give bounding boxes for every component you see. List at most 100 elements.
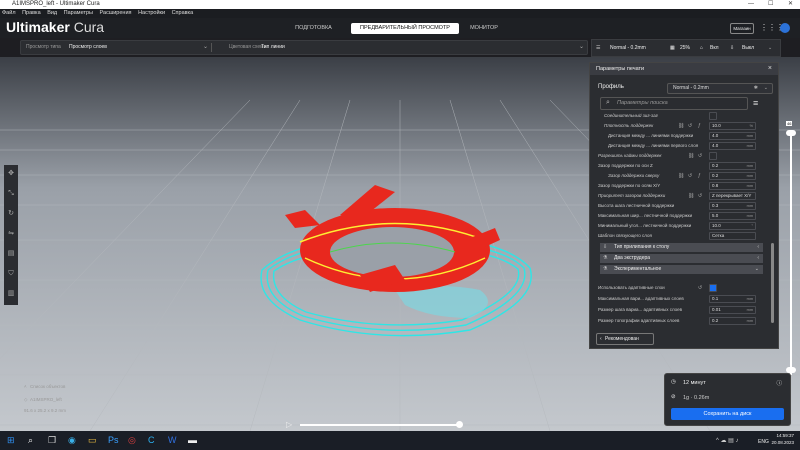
- setting-row[interactable]: Шаблон связующего слоя Сетка: [590, 231, 766, 241]
- category-experimental[interactable]: ⚗ Экспериментальное ⌄: [600, 265, 763, 274]
- menu-preferences[interactable]: Настройки: [138, 10, 165, 16]
- setting-checkbox-checked[interactable]: [709, 284, 717, 292]
- category-dual-extrusion[interactable]: ⚗ Два экструдера ‹: [600, 254, 763, 263]
- object-list-toggle[interactable]: ˄ Список объектов: [24, 384, 65, 389]
- tab-prepare[interactable]: ПОДГОТОВКА: [276, 23, 351, 34]
- setting-value[interactable]: 0.01 mm: [709, 306, 756, 314]
- setting-row[interactable]: Приоритет зазоров поддержки ⛓ ↺ Z перекр…: [590, 191, 766, 201]
- setting-value[interactable]: 4.0 mm: [709, 132, 756, 140]
- rotate-tool-icon[interactable]: ↻: [6, 209, 16, 219]
- category-adhesion[interactable]: ⇩ Тип прилипания к столу ‹: [600, 243, 763, 252]
- tab-preview[interactable]: ПРЕДВАРИТЕЛЬНЫЙ ПРОСМОТР: [351, 23, 459, 34]
- simulation-slider-track[interactable]: [300, 424, 460, 426]
- language-indicator[interactable]: ENG: [758, 437, 769, 448]
- reset-icon[interactable]: ↺: [698, 151, 702, 161]
- setting-row[interactable]: Размер топографии адаптивных слоев 0.2 mm: [590, 316, 766, 326]
- info-icon[interactable]: ⓘ: [776, 379, 782, 387]
- menu-settings[interactable]: Параметры: [64, 10, 93, 16]
- task-view-icon[interactable]: ❐: [48, 435, 56, 446]
- explorer-icon[interactable]: ▭: [88, 435, 97, 446]
- setting-row[interactable]: Высота шага лестничной поддержки 0.3 mm: [590, 201, 766, 211]
- link-icon[interactable]: ⛓: [688, 151, 694, 161]
- system-clock[interactable]: 14:59:37 20.08.2023: [771, 432, 794, 446]
- chevron-down-icon[interactable]: ⌄: [203, 41, 208, 54]
- tray-icons[interactable]: ^ ☁ ▤ ♪: [716, 436, 739, 447]
- reset-icon[interactable]: ↺: [698, 283, 702, 293]
- setting-row[interactable]: Разрешить каймы поддержек ⛓ ↺: [590, 151, 766, 161]
- link-icon[interactable]: ⛓: [678, 171, 684, 181]
- setting-dropdown[interactable]: Z перекрывает X/Y: [709, 192, 756, 200]
- setting-row[interactable]: Зазор поддержки по осям X/Y 0.8 mm: [590, 181, 766, 191]
- simulation-slider-handle[interactable]: [456, 421, 463, 428]
- move-tool-icon[interactable]: ✥: [6, 169, 16, 179]
- setting-row[interactable]: Максимальная шир... лестничной поддержки…: [590, 211, 766, 221]
- scale-tool-icon[interactable]: ⤡: [6, 189, 16, 199]
- link-icon[interactable]: ⛓: [688, 191, 694, 201]
- setting-row[interactable]: Минимальный угол... лестничной поддержки…: [590, 221, 766, 231]
- setting-value[interactable]: 0.2 mm: [709, 317, 756, 325]
- panel-scrollbar[interactable]: [771, 243, 774, 323]
- minimize-button[interactable]: —: [748, 0, 754, 9]
- profile-dropdown[interactable]: Normal - 0.2mm ✱ ⌄: [667, 83, 773, 94]
- chevron-down-icon[interactable]: ⌄: [579, 41, 584, 54]
- close-window-button[interactable]: ✕: [788, 0, 793, 9]
- word-icon[interactable]: W: [168, 435, 177, 446]
- setting-checkbox[interactable]: [709, 112, 717, 120]
- close-icon[interactable]: ×: [768, 63, 772, 75]
- print-setup-bar[interactable]: ☰ Normal - 0.2mm ▦ 25% ⌂ Вкл ⇩ Выкл ⌄: [591, 39, 781, 57]
- settings-visibility-menu-icon[interactable]: ≡: [753, 98, 758, 108]
- setting-value[interactable]: 0.8 mm: [709, 182, 756, 190]
- setting-row[interactable]: Размер шага вариа... адаптивных слоев 0.…: [590, 305, 766, 315]
- function-icon[interactable]: ƒ: [698, 121, 701, 131]
- view-type-dropdown[interactable]: Просмотр слоев: [69, 41, 107, 54]
- setting-value[interactable]: 4.0 mm: [709, 142, 756, 150]
- play-icon[interactable]: ▷: [286, 420, 292, 429]
- windows-start-icon[interactable]: ⊞: [7, 435, 15, 446]
- tab-monitor[interactable]: МОНИТОР: [459, 23, 509, 34]
- reset-icon[interactable]: ↺: [688, 171, 692, 181]
- function-icon[interactable]: ƒ: [698, 171, 701, 181]
- setting-row[interactable]: Зазор поддержки по оси Z 0.2 mm: [590, 161, 766, 171]
- reset-icon[interactable]: ↺: [698, 191, 702, 201]
- search-icon[interactable]: ⌕: [28, 435, 33, 446]
- layer-number[interactable]: 46: [786, 121, 793, 126]
- setting-row[interactable]: Плотность поддержек ⛓ ↺ ƒ 10.0%: [590, 121, 766, 131]
- layer-slider-track[interactable]: [790, 135, 792, 375]
- layer-slider-top-handle[interactable]: [786, 130, 796, 136]
- menu-extensions[interactable]: Расширения: [100, 10, 132, 16]
- menu-file[interactable]: Файл: [2, 10, 16, 16]
- layer-view-icon[interactable]: ▥: [6, 289, 16, 299]
- setting-value[interactable]: 0.2 mm: [709, 172, 756, 180]
- mirror-tool-icon[interactable]: ⇋: [6, 229, 16, 239]
- setting-row[interactable]: Дистанция между ... линиями первого слоя…: [590, 141, 766, 151]
- marketplace-button[interactable]: Магазин: [730, 23, 754, 34]
- save-to-disk-button[interactable]: Сохранить на диск: [671, 408, 784, 420]
- account-avatar[interactable]: [780, 23, 790, 33]
- maximize-button[interactable]: ☐: [768, 0, 773, 9]
- setting-value[interactable]: 0.3 mm: [709, 202, 756, 210]
- cura-icon[interactable]: C: [148, 435, 155, 446]
- chrome-icon[interactable]: ◎: [128, 435, 136, 446]
- chevron-down-icon[interactable]: ⌄: [768, 40, 772, 56]
- reset-icon[interactable]: ↺: [688, 121, 692, 131]
- support-blocker-icon[interactable]: ⛉: [6, 269, 16, 279]
- setting-row[interactable]: Соединительный зиг-заг: [590, 111, 766, 121]
- setting-value[interactable]: 5.0 mm: [709, 212, 756, 220]
- setting-value[interactable]: 0.2 mm: [709, 162, 756, 170]
- setting-row[interactable]: Использовать адаптивные слои ↺: [590, 283, 766, 293]
- setting-checkbox[interactable]: [709, 152, 717, 160]
- photoshop-icon[interactable]: Ps: [108, 435, 119, 446]
- setting-value[interactable]: 10.0 °: [709, 222, 756, 230]
- setting-row[interactable]: Зазор поддержки сверху ⛓ ↺ ƒ 0.2 mm: [590, 171, 766, 181]
- setting-row[interactable]: Максимальная вари... адаптивных слоев 0.…: [590, 294, 766, 304]
- menu-help[interactable]: Справка: [172, 10, 194, 16]
- settings-search-input[interactable]: Параметры поиска: [600, 97, 748, 110]
- setting-row[interactable]: Дистанция между ... линиями поддержки 4.…: [590, 131, 766, 141]
- per-model-settings-icon[interactable]: ▤: [6, 249, 16, 259]
- setting-value[interactable]: 10.0%: [709, 122, 756, 130]
- setting-dropdown[interactable]: Сетка: [709, 232, 756, 240]
- menu-view[interactable]: Вид: [47, 10, 57, 16]
- recommended-mode-button[interactable]: ‹ Рекомендован: [596, 333, 654, 345]
- link-icon[interactable]: ⛓: [678, 121, 684, 131]
- color-scheme-dropdown[interactable]: Тип линии: [261, 41, 285, 54]
